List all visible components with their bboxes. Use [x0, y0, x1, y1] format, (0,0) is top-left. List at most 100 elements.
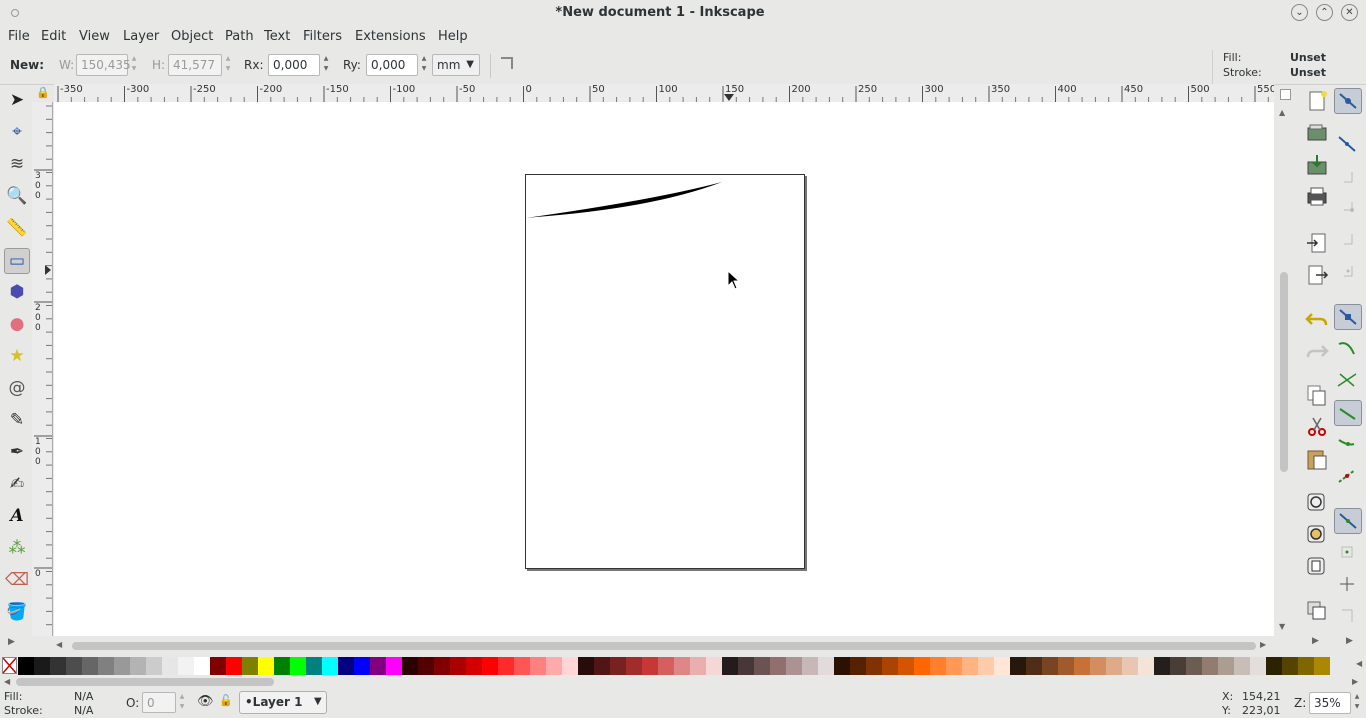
vertical-scrollbar[interactable]: ▲ ▼ — [1276, 102, 1292, 636]
snap-enable-icon[interactable] — [1334, 88, 1362, 114]
palette-swatch[interactable] — [946, 657, 962, 675]
palette-swatch[interactable] — [1058, 657, 1074, 675]
palette-swatch[interactable] — [690, 657, 706, 675]
status-stroke-value[interactable]: N/A — [74, 704, 93, 717]
snap-rotation-center-icon[interactable] — [1334, 572, 1362, 598]
menu-object[interactable]: Object — [171, 29, 213, 44]
no-paint-swatch[interactable] — [2, 657, 17, 674]
palette-swatch[interactable] — [962, 657, 978, 675]
palette-swatch[interactable] — [738, 657, 754, 675]
snap-paths-icon[interactable] — [1334, 336, 1362, 362]
zoom-selection-icon[interactable] — [1304, 490, 1330, 516]
palette-swatch[interactable] — [354, 657, 370, 675]
layer-select[interactable]: •Layer 1 ▼ — [239, 691, 327, 714]
rx-spin-arrows[interactable]: ▲ ▼ — [321, 54, 331, 76]
palette-swatch[interactable] — [1282, 657, 1298, 675]
palette-swatch[interactable] — [1250, 657, 1266, 675]
palette-swatch[interactable] — [290, 657, 306, 675]
palette-swatch[interactable] — [770, 657, 786, 675]
palette-swatch[interactable] — [594, 657, 610, 675]
vertical-ruler[interactable]: 3002001000 — [32, 102, 53, 636]
palette-swatch[interactable] — [1314, 657, 1330, 675]
palette-menu-icon[interactable]: ◀ — [1356, 659, 1362, 668]
rect-tool-icon[interactable]: ▭ — [4, 248, 30, 274]
palette-swatch[interactable] — [418, 657, 434, 675]
palette-swatch[interactable] — [402, 657, 418, 675]
palette-swatch[interactable] — [802, 657, 818, 675]
scroll-down-icon[interactable]: ▼ — [1279, 622, 1285, 631]
export-icon[interactable] — [1304, 262, 1330, 288]
menu-text[interactable]: Text — [264, 29, 290, 44]
canvas[interactable] — [54, 102, 1274, 636]
pen-tool-icon[interactable]: ✒ — [4, 440, 30, 466]
palette-swatch[interactable] — [1298, 657, 1314, 675]
commands-more-icon[interactable]: ▶ — [1312, 636, 1319, 646]
measure-tool-icon[interactable]: 📏 — [4, 216, 30, 242]
palette-swatch[interactable] — [194, 657, 210, 675]
style-stroke-value[interactable]: Unset — [1290, 66, 1326, 79]
unit-select[interactable]: mm ▼ — [432, 54, 480, 76]
snap-page-border-icon[interactable] — [1334, 604, 1362, 630]
zoom-fit-corner-icon[interactable] — [1280, 89, 1291, 100]
eraser-tool-icon[interactable]: ⌫ — [4, 568, 30, 594]
palette-swatch[interactable] — [466, 657, 482, 675]
menu-extensions[interactable]: Extensions — [355, 29, 426, 44]
snap-bbox-midpoint-icon[interactable] — [1334, 228, 1362, 254]
palette-swatch[interactable] — [98, 657, 114, 675]
toolbox-expand-icon[interactable]: ▶ — [8, 637, 15, 647]
snap-nodes-icon[interactable] — [1334, 304, 1362, 330]
palette-swatch[interactable] — [1106, 657, 1122, 675]
palette-swatch[interactable] — [834, 657, 850, 675]
palette-swatch[interactable] — [34, 657, 50, 675]
import-icon[interactable] — [1304, 230, 1330, 256]
height-field[interactable]: 41,577 — [168, 54, 222, 76]
save-document-icon[interactable] — [1304, 152, 1330, 178]
palette-swatch[interactable] — [530, 657, 546, 675]
palette-swatch[interactable] — [258, 657, 274, 675]
palette-swatch[interactable] — [114, 657, 130, 675]
palette-scrollbar[interactable]: ◀ ▶ — [0, 676, 1366, 688]
palette-swatch[interactable] — [210, 657, 226, 675]
undo-icon[interactable] — [1304, 306, 1330, 332]
text-tool-icon[interactable]: A — [4, 504, 30, 530]
palette-swatch[interactable] — [882, 657, 898, 675]
horizontal-scroll-thumb[interactable] — [72, 642, 1256, 650]
palette-swatch[interactable] — [1138, 657, 1154, 675]
zoom-drawing-icon[interactable] — [1304, 522, 1330, 548]
opacity-field[interactable]: 0 — [142, 692, 176, 713]
palette-swatch[interactable] — [1122, 657, 1138, 675]
height-spin-arrows[interactable]: ▲ ▼ — [223, 54, 233, 76]
palette-swatch[interactable] — [386, 657, 402, 675]
palette-swatch[interactable] — [626, 657, 642, 675]
lock-guides-icon[interactable]: 🔒 — [36, 86, 50, 100]
paint-bucket-tool-icon[interactable]: 🪣 — [4, 600, 30, 626]
palette-swatch[interactable] — [242, 657, 258, 675]
palette-swatch[interactable] — [514, 657, 530, 675]
snap-others-icon[interactable] — [1334, 508, 1362, 534]
palette-swatch[interactable] — [546, 657, 562, 675]
palette-swatch[interactable] — [706, 657, 722, 675]
duplicate-icon[interactable] — [1304, 598, 1330, 624]
zoom-spin-arrows[interactable]: ▲ ▼ — [1352, 692, 1362, 714]
menu-help[interactable]: Help — [438, 29, 468, 44]
palette-swatch[interactable] — [978, 657, 994, 675]
cut-icon[interactable] — [1304, 414, 1330, 440]
palette-swatch[interactable] — [162, 657, 178, 675]
palette-swatch[interactable] — [1170, 657, 1186, 675]
zoom-field[interactable]: 35% — [1309, 692, 1351, 714]
zoom-tool-icon[interactable]: 🔍 — [4, 184, 30, 210]
menu-edit[interactable]: Edit — [41, 29, 66, 44]
palette-swatch[interactable] — [18, 657, 34, 675]
palette-swatch[interactable] — [1074, 657, 1090, 675]
reset-corners-icon[interactable] — [501, 57, 513, 69]
palette-swatch[interactable] — [930, 657, 946, 675]
status-fill-value[interactable]: N/A — [74, 690, 93, 703]
spray-tool-icon[interactable]: ⁂ — [4, 536, 30, 562]
menu-view[interactable]: View — [79, 29, 110, 44]
palette-swatch[interactable] — [66, 657, 82, 675]
snap-centers-icon[interactable] — [1334, 540, 1362, 566]
new-document-icon[interactable] — [1304, 88, 1330, 114]
palette-scroll-right-icon[interactable]: ▶ — [1352, 677, 1358, 686]
3dbox-tool-icon[interactable]: ⬢ — [4, 280, 30, 306]
selector-tool-icon[interactable]: ➤ — [4, 88, 30, 114]
